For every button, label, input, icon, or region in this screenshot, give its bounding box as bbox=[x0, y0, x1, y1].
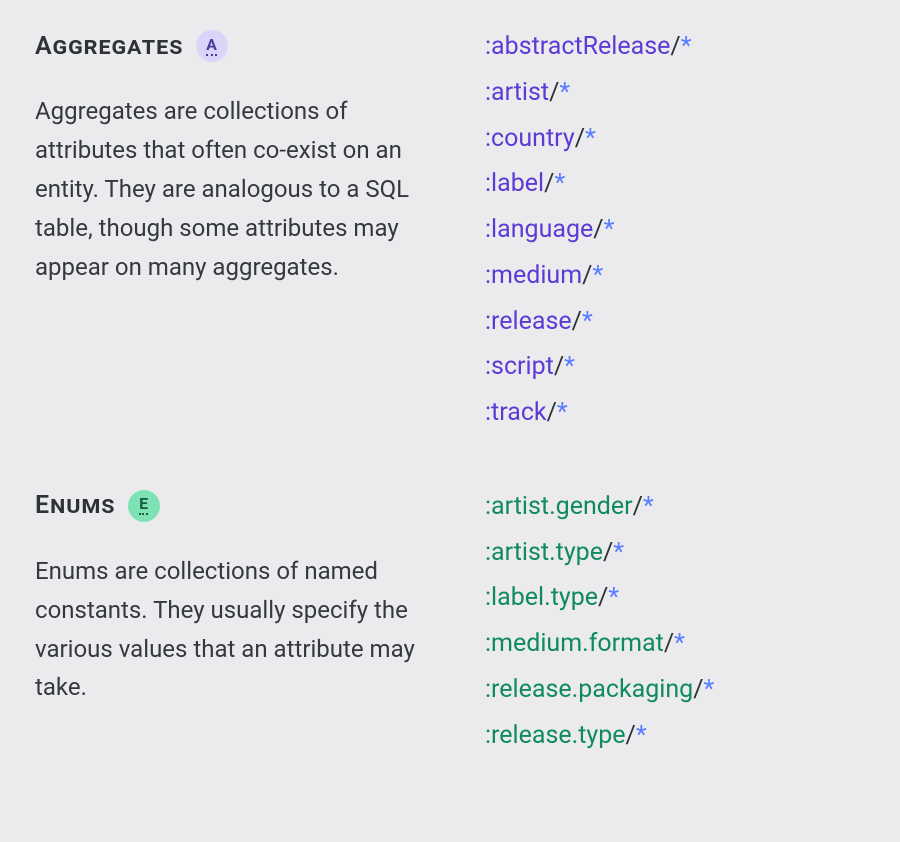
enums-badge-letter: E bbox=[139, 496, 148, 515]
enums-left-column: Enums E Enums are collections of named con… bbox=[35, 490, 455, 753]
slash-separator: / bbox=[626, 721, 636, 750]
aggregates-item-wildcard-link[interactable]: * bbox=[564, 352, 575, 381]
aggregates-list-item: :script/* bbox=[485, 350, 865, 384]
aggregates-item-name-link[interactable]: :abstractRelease bbox=[485, 32, 670, 61]
aggregates-item-wildcard-link[interactable]: * bbox=[557, 398, 568, 427]
enums-item-name-link[interactable]: :medium.format bbox=[485, 629, 664, 658]
aggregates-list-item: :release/* bbox=[485, 305, 865, 339]
aggregates-item-name-link[interactable]: :release bbox=[485, 307, 572, 336]
enums-item-name-link[interactable]: :release.type bbox=[485, 721, 626, 750]
enums-right-column: :artist.gender/*:artist.type/*:label.typ… bbox=[485, 490, 865, 753]
enums-item-wildcard-link[interactable]: * bbox=[674, 629, 685, 658]
aggregates-item-wildcard-link[interactable]: * bbox=[592, 261, 603, 290]
aggregates-list-item: :track/* bbox=[485, 396, 865, 430]
aggregates-list-item: :medium/* bbox=[485, 259, 865, 293]
enums-badge: E bbox=[128, 490, 160, 522]
aggregates-item-name-link[interactable]: :medium bbox=[485, 261, 582, 290]
enums-item-wildcard-link[interactable]: * bbox=[608, 583, 619, 612]
enums-heading-row: Enums E bbox=[35, 490, 455, 522]
slash-separator: / bbox=[549, 78, 559, 107]
enums-list-item: :label.type/* bbox=[485, 581, 865, 615]
enums-item-name-link[interactable]: :label.type bbox=[485, 583, 598, 612]
aggregates-item-wildcard-link[interactable]: * bbox=[604, 215, 615, 244]
aggregates-list-item: :country/* bbox=[485, 122, 865, 156]
aggregates-list-item: :abstractRelease/* bbox=[485, 30, 865, 64]
enums-list-item: :artist.gender/* bbox=[485, 490, 865, 524]
enums-section: Enums E Enums are collections of named con… bbox=[35, 490, 865, 753]
aggregates-description: Aggregates are collections of attributes… bbox=[35, 92, 455, 286]
aggregates-badge-letter: A bbox=[206, 37, 217, 56]
enums-item-name-link[interactable]: :artist.gender bbox=[485, 492, 633, 521]
enums-item-wildcard-link[interactable]: * bbox=[704, 675, 715, 704]
enums-list-item: :medium.format/* bbox=[485, 627, 865, 661]
aggregates-list-item: :language/* bbox=[485, 213, 865, 247]
slash-separator: / bbox=[547, 398, 557, 427]
aggregates-item-name-link[interactable]: :label bbox=[485, 169, 544, 198]
enums-item-wildcard-link[interactable]: * bbox=[636, 721, 647, 750]
aggregates-list-item: :label/* bbox=[485, 167, 865, 201]
aggregates-item-wildcard-link[interactable]: * bbox=[585, 124, 596, 153]
aggregates-item-name-link[interactable]: :track bbox=[485, 398, 547, 427]
slash-separator: / bbox=[670, 32, 680, 61]
slash-separator: / bbox=[593, 215, 603, 244]
aggregates-left-column: Aggregates A Aggregates are collections of… bbox=[35, 30, 455, 430]
aggregates-item-name-link[interactable]: :artist bbox=[485, 78, 549, 107]
aggregates-item-name-link[interactable]: :language bbox=[485, 215, 593, 244]
slash-separator: / bbox=[598, 583, 608, 612]
enums-item-name-link[interactable]: :release.packaging bbox=[485, 675, 693, 704]
slash-separator: / bbox=[664, 629, 674, 658]
aggregates-item-wildcard-link[interactable]: * bbox=[582, 307, 593, 336]
enums-list-item: :release.packaging/* bbox=[485, 673, 865, 707]
aggregates-badge: A bbox=[196, 30, 228, 62]
aggregates-list: :abstractRelease/*:artist/*:country/*:la… bbox=[485, 30, 865, 430]
aggregates-heading: Aggregates bbox=[35, 32, 184, 61]
enums-item-wildcard-link[interactable]: * bbox=[613, 538, 624, 567]
enums-heading: Enums bbox=[35, 491, 116, 520]
slash-separator: / bbox=[693, 675, 703, 704]
aggregates-item-wildcard-link[interactable]: * bbox=[559, 78, 570, 107]
slash-separator: / bbox=[554, 352, 564, 381]
aggregates-heading-row: Aggregates A bbox=[35, 30, 455, 62]
aggregates-item-name-link[interactable]: :script bbox=[485, 352, 554, 381]
aggregates-item-wildcard-link[interactable]: * bbox=[554, 169, 565, 198]
aggregates-list-item: :artist/* bbox=[485, 76, 865, 110]
enums-list-item: :release.type/* bbox=[485, 719, 865, 753]
enums-item-wildcard-link[interactable]: * bbox=[643, 492, 654, 521]
slash-separator: / bbox=[572, 307, 582, 336]
enums-item-name-link[interactable]: :artist.type bbox=[485, 538, 603, 567]
aggregates-right-column: :abstractRelease/*:artist/*:country/*:la… bbox=[485, 30, 865, 430]
aggregates-item-name-link[interactable]: :country bbox=[485, 124, 575, 153]
enums-description: Enums are collections of named constants… bbox=[35, 552, 455, 708]
slash-separator: / bbox=[544, 169, 554, 198]
enums-list-item: :artist.type/* bbox=[485, 536, 865, 570]
aggregates-item-wildcard-link[interactable]: * bbox=[681, 32, 692, 61]
enums-list: :artist.gender/*:artist.type/*:label.typ… bbox=[485, 490, 865, 753]
slash-separator: / bbox=[575, 124, 585, 153]
slash-separator: / bbox=[633, 492, 643, 521]
slash-separator: / bbox=[603, 538, 613, 567]
slash-separator: / bbox=[582, 261, 592, 290]
aggregates-section: Aggregates A Aggregates are collections of… bbox=[35, 30, 865, 430]
